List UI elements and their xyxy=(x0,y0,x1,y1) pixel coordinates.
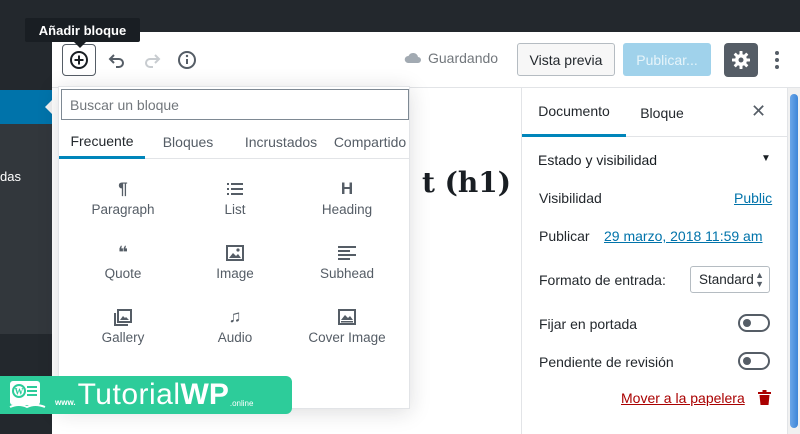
block-label: Paragraph xyxy=(91,202,155,217)
gallery-icon xyxy=(114,307,132,327)
svg-text:W: W xyxy=(15,387,24,397)
post-format-select[interactable]: Standard ▲ ▼ xyxy=(690,266,770,293)
settings-button[interactable] xyxy=(724,43,758,77)
sidebar-tabs: Documento Bloque ✕ xyxy=(522,88,788,137)
block-label: Image xyxy=(216,266,254,281)
plus-circle-icon xyxy=(70,51,88,69)
admin-submenu xyxy=(0,124,52,334)
block-item-list[interactable]: List xyxy=(179,173,291,237)
block-item-quote[interactable]: ❝ Quote xyxy=(67,237,179,301)
pending-review-toggle[interactable] xyxy=(738,352,770,370)
move-to-trash-link[interactable]: Mover a la papelera xyxy=(621,390,745,406)
block-item-audio[interactable]: ♫ Audio xyxy=(179,301,291,365)
subhead-icon xyxy=(338,243,356,263)
add-block-tooltip: Añadir bloque xyxy=(25,18,140,48)
pending-review-label: Pendiente de revisión xyxy=(539,354,674,370)
block-item-image[interactable]: Image xyxy=(179,237,291,301)
tutorialwp-logo: W www. Tutorial WP .online xyxy=(0,376,292,414)
more-vertical-icon xyxy=(775,51,779,55)
saving-label: Guardando xyxy=(428,50,499,66)
post-format-label: Formato de entrada: xyxy=(539,272,666,288)
block-label: Gallery xyxy=(101,330,145,345)
panel-title[interactable]: Estado y visibilidad xyxy=(538,152,657,168)
undo-icon xyxy=(108,54,124,68)
publish-date-link[interactable]: 29 marzo, 2018 11:59 am xyxy=(604,228,763,244)
block-item-heading[interactable]: H Heading xyxy=(291,173,403,237)
post-heading-block[interactable]: t (h1) xyxy=(422,166,511,199)
heading-icon: H xyxy=(340,179,354,198)
visibility-link[interactable]: Public xyxy=(734,190,772,206)
more-menu-button[interactable] xyxy=(768,44,786,76)
info-button[interactable] xyxy=(170,44,204,76)
gear-icon xyxy=(732,51,750,69)
tab-frecuente[interactable]: Frecuente xyxy=(59,125,145,159)
visibility-label: Visibilidad xyxy=(539,190,602,206)
block-label: List xyxy=(224,202,246,217)
logo-prefix: www. xyxy=(55,397,76,407)
publish-button[interactable]: Publicar... xyxy=(623,43,711,76)
image-icon xyxy=(226,243,244,263)
add-block-button[interactable] xyxy=(62,44,96,76)
quote-icon: ❝ xyxy=(118,243,128,262)
list-icon xyxy=(227,179,243,199)
tab-bloques[interactable]: Bloques xyxy=(145,125,231,159)
logo-word-bold: WP xyxy=(180,378,229,411)
block-search-input[interactable] xyxy=(61,89,409,120)
tab-incrustados[interactable]: Incrustados xyxy=(231,125,331,159)
post-format-value: Standard xyxy=(699,272,754,287)
block-label: Cover Image xyxy=(308,330,386,345)
chevron-down-icon[interactable]: ▼ xyxy=(761,153,771,164)
vertical-scrollbar[interactable] xyxy=(787,88,800,434)
redo-button[interactable] xyxy=(135,44,169,76)
info-icon xyxy=(178,51,196,69)
preview-button[interactable]: Vista previa xyxy=(517,43,615,76)
tab-bloque[interactable]: Bloque xyxy=(626,88,698,137)
block-list: ¶ Paragraph List H Heading ❝ Quote Image xyxy=(67,173,403,365)
cover-image-icon xyxy=(338,307,356,327)
block-label: Subhead xyxy=(319,266,375,281)
block-label: Heading xyxy=(321,202,373,217)
admin-sidebar: das xyxy=(0,32,52,434)
trash-icon[interactable] xyxy=(758,390,771,410)
tab-compartido[interactable]: Compartido xyxy=(331,125,409,159)
block-item-subhead[interactable]: Subhead xyxy=(291,237,403,301)
admin-menu-active-item[interactable] xyxy=(0,90,52,124)
publish-date-label: Publicar xyxy=(539,228,590,244)
paragraph-icon: ¶ xyxy=(118,179,128,198)
block-item-cover-image[interactable]: Cover Image xyxy=(291,301,403,365)
cloud-icon xyxy=(404,52,421,63)
admin-submenu-label[interactable]: das xyxy=(0,169,21,184)
logo-word: Tutorial xyxy=(77,378,181,411)
saving-indicator: Guardando xyxy=(404,50,498,66)
redo-icon xyxy=(145,54,161,68)
close-icon[interactable]: ✕ xyxy=(751,101,766,122)
block-label: Audio xyxy=(217,330,253,345)
block-label: Quote xyxy=(104,266,142,281)
block-item-paragraph[interactable]: ¶ Paragraph xyxy=(67,173,179,237)
tab-documento[interactable]: Documento xyxy=(522,88,626,137)
logo-tld: .online xyxy=(229,398,254,408)
inserter-tabs: Frecuente Bloques Incrustados Compartido xyxy=(59,125,409,159)
select-caret-icon: ▲ ▼ xyxy=(755,270,764,289)
sticky-toggle[interactable] xyxy=(738,314,770,332)
sticky-label: Fijar en portada xyxy=(539,316,638,332)
undo-button[interactable] xyxy=(100,44,134,76)
wordpress-book-icon: W xyxy=(9,381,46,409)
block-item-gallery[interactable]: Gallery xyxy=(67,301,179,365)
audio-icon: ♫ xyxy=(228,307,242,326)
block-inserter-popover: Frecuente Bloques Incrustados Compartido… xyxy=(58,86,410,409)
scrollbar-thumb[interactable] xyxy=(790,94,798,428)
settings-sidebar: Documento Bloque ✕ Estado y visibilidad … xyxy=(521,88,788,434)
